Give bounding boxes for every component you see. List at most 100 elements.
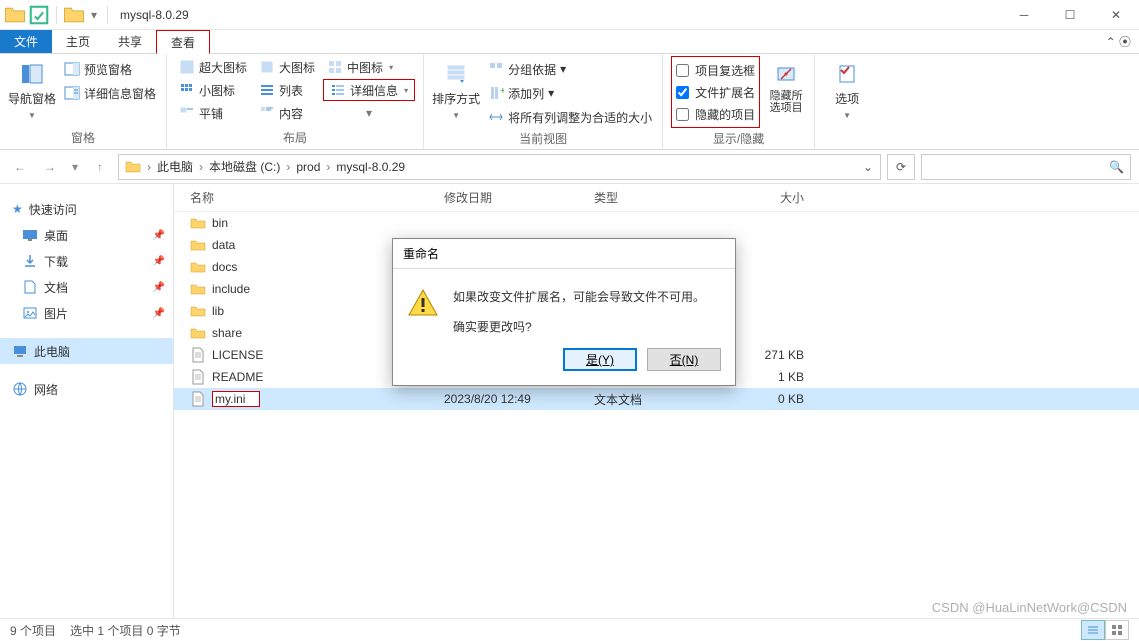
layout-large[interactable]: 大图标: [255, 56, 319, 78]
file-name: data: [212, 238, 235, 252]
layout-content[interactable]: 内容: [255, 102, 319, 124]
dialog-title: 重命名: [393, 239, 735, 269]
tab-home[interactable]: 主页: [52, 30, 104, 53]
folder-icon: [4, 4, 26, 26]
warning-icon: [407, 287, 439, 319]
breadcrumb[interactable]: › 此电脑› 本地磁盘 (C:)› prod› mysql-8.0.29 ⌄: [118, 154, 881, 180]
view-thumbnails-button[interactable]: [1105, 620, 1129, 640]
dialog-line2: 确实要更改吗?: [453, 317, 705, 339]
ribbon-group-current-view: 排序方式▼ 分组依据 ▾ +添加列 ▾ 将所有列调整为合适的大小 当前视图: [424, 54, 663, 149]
tab-share[interactable]: 共享: [104, 30, 156, 53]
layout-list[interactable]: 列表: [255, 79, 319, 101]
close-button[interactable]: ✕: [1093, 0, 1139, 30]
file-size: 0 KB: [734, 392, 814, 406]
layout-tiles[interactable]: 平铺: [175, 102, 251, 124]
window-title: mysql-8.0.29: [120, 8, 189, 22]
sort-by-button[interactable]: 排序方式▼: [432, 56, 480, 120]
file-name: share: [212, 326, 242, 340]
item-checkboxes-toggle[interactable]: 项目复选框: [674, 59, 757, 81]
hidden-items-toggle[interactable]: 隐藏的项目: [674, 103, 757, 125]
watermark: CSDN @HuaLinNetWork@CSDN: [932, 600, 1127, 615]
layout-medium[interactable]: 中图标▾: [323, 56, 415, 78]
file-row[interactable]: my.ini 2023/8/20 12:49文本文档0 KB: [174, 388, 1139, 410]
file-name: include: [212, 282, 250, 296]
qat-dropdown-icon[interactable]: ▾: [87, 4, 101, 26]
collapse-ribbon-button[interactable]: ⌃ ⦿: [1106, 33, 1131, 50]
up-button[interactable]: ↑: [88, 155, 112, 179]
layout-details[interactable]: 详细信息▾: [323, 79, 415, 101]
layout-extra-large[interactable]: 超大图标: [175, 56, 251, 78]
dialog-yes-button[interactable]: 是(Y): [563, 348, 637, 371]
file-name: LICENSE: [212, 348, 263, 362]
col-date[interactable]: 修改日期: [444, 189, 594, 206]
file-name: docs: [212, 260, 237, 274]
file-name: README: [212, 370, 263, 384]
ribbon-tabs: 文件 主页 共享 查看 ⌃ ⦿: [0, 30, 1139, 54]
breadcrumb-drive[interactable]: 本地磁盘 (C:): [205, 155, 284, 179]
file-size: 271 KB: [734, 348, 814, 362]
file-name: lib: [212, 304, 224, 318]
file-type: 文本文档: [594, 391, 734, 408]
sidebar-downloads[interactable]: 下载📌: [0, 248, 173, 274]
breadcrumb-root-icon[interactable]: [121, 155, 145, 179]
view-details-button[interactable]: [1081, 620, 1105, 640]
rename-input[interactable]: my.ini: [212, 391, 260, 407]
file-name: bin: [212, 216, 228, 230]
sidebar-desktop[interactable]: 桌面📌: [0, 222, 173, 248]
dialog-line1: 如果改变文件扩展名，可能会导致文件不可用。: [453, 287, 705, 309]
title-bar: ▾ mysql-8.0.29 ─ ☐ ✕: [0, 0, 1139, 30]
file-extensions-toggle[interactable]: 文件扩展名: [674, 81, 757, 103]
tab-file[interactable]: 文件: [0, 30, 52, 53]
qat-save-icon[interactable]: [28, 4, 50, 26]
ribbon-group-panes: 导航窗格 ▼ 预览窗格 详细信息窗格 窗格: [0, 54, 167, 149]
sidebar-documents[interactable]: 文档📌: [0, 274, 173, 300]
sidebar-pictures[interactable]: 图片📌: [0, 300, 173, 326]
ribbon-group-layout: 超大图标 大图标 中图标▾ 小图标 列表 详细信息▾ 平铺 内容 ▾ 布局: [167, 54, 424, 149]
hide-selected-button[interactable]: 隐藏所选项目: [766, 56, 806, 114]
breadcrumb-prod[interactable]: prod: [292, 155, 324, 179]
preview-pane-button[interactable]: 预览窗格: [62, 58, 158, 80]
search-box[interactable]: 🔍: [921, 154, 1131, 180]
col-size[interactable]: 大小: [734, 189, 814, 206]
col-name[interactable]: 名称: [174, 189, 444, 206]
breadcrumb-folder[interactable]: mysql-8.0.29: [332, 155, 409, 179]
options-button[interactable]: 选项▼: [823, 56, 871, 120]
col-type[interactable]: 类型: [594, 189, 734, 206]
ribbon: 导航窗格 ▼ 预览窗格 详细信息窗格 窗格 超大图标 大图标 中图标▾: [0, 54, 1139, 150]
fit-columns-button[interactable]: 将所有列调整为合适的大小: [486, 106, 654, 128]
forward-button[interactable]: →: [38, 155, 62, 179]
status-bar: 9 个项目 选中 1 个项目 0 字节: [0, 618, 1139, 641]
ribbon-group-show-hide: 项目复选框 文件扩展名 隐藏的项目 隐藏所选项目 显示/隐藏: [663, 54, 815, 149]
rename-dialog: 重命名 如果改变文件扩展名，可能会导致文件不可用。 确实要更改吗? 是(Y) 否…: [392, 238, 736, 386]
column-headers[interactable]: 名称 修改日期 类型 大小: [174, 184, 1139, 212]
minimize-button[interactable]: ─: [1001, 0, 1047, 30]
file-size: 1 KB: [734, 370, 814, 384]
folder-icon: [63, 4, 85, 26]
nav-pane-button[interactable]: 导航窗格 ▼: [8, 56, 56, 120]
group-by-button[interactable]: 分组依据 ▾: [486, 58, 654, 80]
maximize-button[interactable]: ☐: [1047, 0, 1093, 30]
sidebar-this-pc[interactable]: 此电脑: [0, 338, 173, 364]
file-date: 2023/8/20 12:49: [444, 392, 594, 406]
search-icon: 🔍: [1109, 160, 1124, 174]
breadcrumb-dropdown[interactable]: ⌄: [858, 160, 878, 174]
breadcrumb-this-pc[interactable]: 此电脑: [153, 155, 197, 179]
refresh-button[interactable]: ⟳: [887, 154, 915, 180]
layout-more[interactable]: ▾: [323, 102, 415, 124]
nav-sidebar: ★快速访问 桌面📌 下载📌 文档📌 图片📌 此电脑 网络: [0, 184, 174, 618]
sidebar-network[interactable]: 网络: [0, 376, 173, 402]
add-columns-button[interactable]: +添加列 ▾: [486, 82, 654, 104]
back-button[interactable]: ←: [8, 155, 32, 179]
sidebar-quick-access[interactable]: ★快速访问: [0, 196, 173, 222]
ribbon-group-options: 选项▼: [815, 54, 879, 149]
status-selection: 选中 1 个项目 0 字节: [70, 622, 181, 639]
file-row[interactable]: bin: [174, 212, 1139, 234]
details-pane-button[interactable]: 详细信息窗格: [62, 82, 158, 104]
svg-text:+: +: [500, 86, 504, 97]
recent-button[interactable]: ▾: [68, 155, 82, 179]
address-bar: ← → ▾ ↑ › 此电脑› 本地磁盘 (C:)› prod› mysql-8.…: [0, 150, 1139, 184]
dialog-no-button[interactable]: 否(N): [647, 348, 721, 371]
status-count: 9 个项目: [10, 622, 56, 639]
layout-small[interactable]: 小图标: [175, 79, 251, 101]
tab-view[interactable]: 查看: [156, 30, 210, 54]
